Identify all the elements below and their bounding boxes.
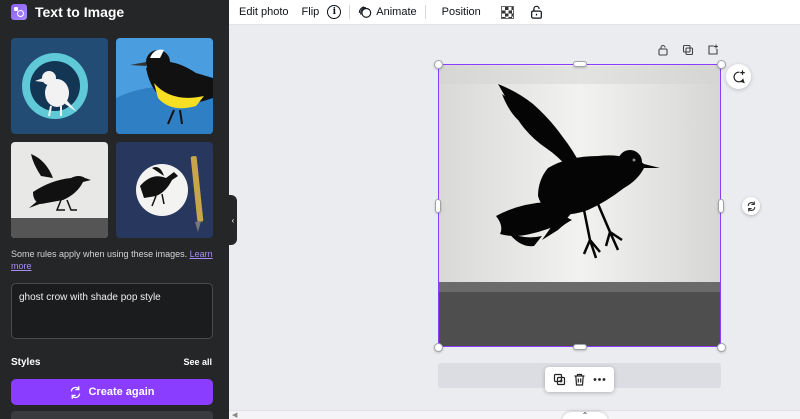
toolbar-divider — [424, 5, 426, 19]
resize-handle-top[interactable] — [572, 61, 587, 67]
generated-crow-image[interactable] — [438, 64, 721, 347]
editor-toolbar: Edit photo Flip i Animate Position — [229, 0, 800, 25]
position-button[interactable]: Position — [442, 6, 481, 18]
page-lock-icon[interactable] — [657, 44, 669, 56]
page-actions — [657, 44, 719, 56]
resize-handle-top-left[interactable] — [433, 59, 443, 69]
styles-heading: Styles — [11, 357, 41, 368]
element-quick-actions — [545, 367, 614, 392]
show-pages-tab[interactable]: ⌃ — [562, 412, 608, 419]
edit-photo-button[interactable]: Edit photo — [239, 6, 289, 18]
usage-rules-text: Some rules apply when using these images… — [11, 249, 190, 259]
resize-handle-bottom-left[interactable] — [433, 342, 443, 352]
rotate-icon — [746, 200, 757, 212]
resize-handle-bottom-right[interactable] — [716, 342, 726, 352]
more-options-icon[interactable] — [593, 373, 606, 386]
chevron-left-icon: ‹ — [231, 215, 235, 225]
text-to-image-app-icon — [11, 4, 27, 20]
add-page-icon[interactable] — [707, 44, 719, 56]
resize-handle-bottom[interactable] — [572, 344, 587, 350]
panel-header: Text to Image — [11, 4, 124, 20]
duplicate-page-icon[interactable] — [682, 44, 694, 56]
design-canvas[interactable] — [433, 59, 726, 352]
transparency-icon[interactable] — [500, 5, 514, 19]
usage-rules-note: Some rules apply when using these images… — [11, 248, 217, 272]
horizontal-scrollbar[interactable]: ◀ — [229, 410, 800, 419]
add-comment-button[interactable] — [726, 64, 751, 89]
toolbar-divider — [349, 5, 351, 19]
info-icon[interactable]: i — [327, 5, 342, 19]
animate-button[interactable]: Animate — [358, 5, 417, 19]
result-thumbnail-3[interactable] — [11, 142, 108, 238]
comment-plus-icon — [732, 69, 746, 84]
chevron-up-icon: ⌃ — [581, 411, 589, 419]
prompt-textarea[interactable]: ghost crow with shade pop style — [11, 283, 213, 339]
result-thumbnail-4[interactable] — [116, 142, 213, 238]
animate-label: Animate — [376, 6, 417, 18]
result-thumbnail-1[interactable] — [11, 38, 108, 134]
scroll-left-arrow-icon[interactable]: ◀ — [232, 411, 237, 419]
text-to-image-panel: Text to Image Some rules apply when usin… — [0, 0, 229, 419]
copy-icon[interactable] — [553, 373, 566, 386]
panel-bottom-item — [11, 411, 213, 419]
see-all-styles-link[interactable]: See all — [183, 357, 212, 367]
collapse-panel-handle[interactable]: ‹ — [229, 195, 237, 245]
panel-title: Text to Image — [35, 4, 125, 20]
trash-icon[interactable] — [573, 373, 586, 386]
lock-icon[interactable] — [530, 5, 543, 19]
resize-handle-right[interactable] — [718, 198, 724, 213]
result-thumbnail-2[interactable] — [116, 38, 213, 134]
create-again-button[interactable]: Create again — [11, 379, 213, 405]
create-again-label: Create again — [88, 386, 155, 398]
rotate-button[interactable] — [742, 197, 760, 215]
flip-button[interactable]: Flip — [302, 6, 320, 18]
resize-handle-left[interactable] — [435, 198, 441, 213]
refresh-icon — [69, 385, 82, 399]
resize-handle-top-right[interactable] — [716, 59, 726, 69]
animate-icon — [358, 5, 372, 19]
